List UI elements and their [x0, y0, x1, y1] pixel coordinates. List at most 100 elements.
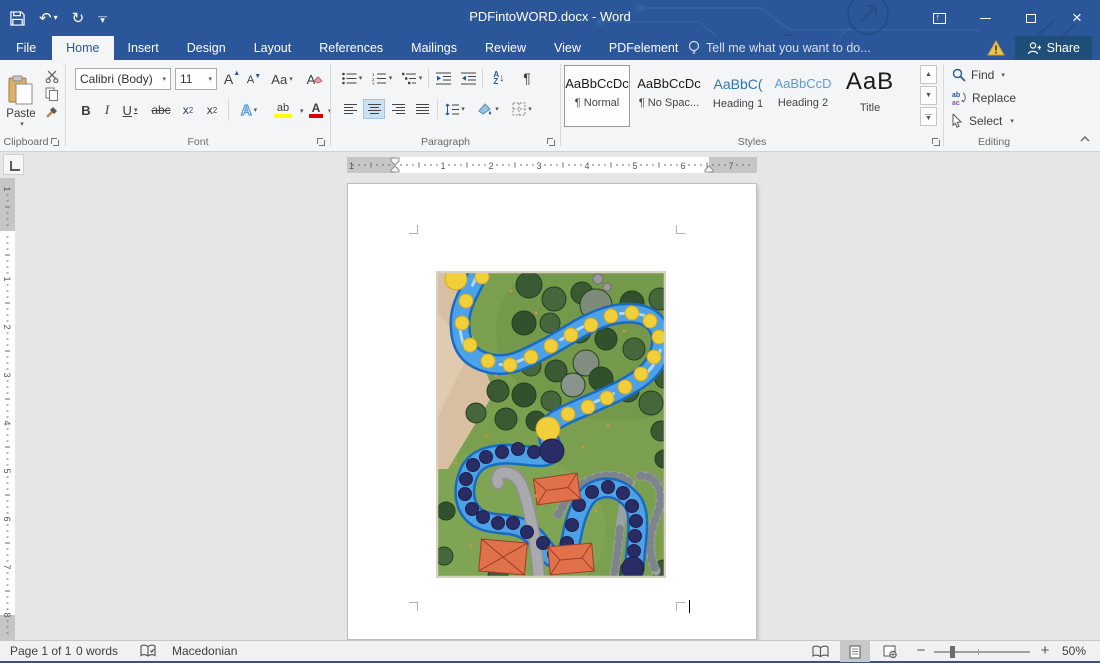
font-group-label: Font	[66, 136, 330, 148]
zoom-out-button[interactable]: −	[912, 641, 930, 662]
close-button[interactable]: ×	[1054, 0, 1100, 36]
tab-review[interactable]: Review	[471, 36, 540, 60]
select-button[interactable]: Select▾	[952, 112, 1032, 130]
read-mode-button[interactable]	[805, 641, 835, 662]
replace-button[interactable]: abac Replace	[952, 89, 1038, 107]
grow-font-button[interactable]: A▲	[222, 68, 242, 90]
tab-references[interactable]: References	[305, 36, 397, 60]
tab-mailings[interactable]: Mailings	[397, 36, 471, 60]
clipboard-dialog-launcher[interactable]	[50, 137, 60, 147]
decrease-indent-button[interactable]	[432, 68, 454, 88]
document-page[interactable]	[347, 183, 757, 640]
increase-indent-button[interactable]	[457, 68, 479, 88]
superscript-button[interactable]: x2	[202, 99, 222, 121]
ribbon-display-options-button[interactable]	[916, 0, 962, 36]
font-size-select[interactable]: 11▾	[175, 68, 217, 90]
bold-button[interactable]: B	[78, 99, 94, 121]
strikethrough-button[interactable]: abc	[148, 99, 174, 121]
subscript-button[interactable]: x2	[178, 99, 198, 121]
justify-button[interactable]	[411, 99, 433, 119]
style-no-spacing[interactable]: AaBbCcDc ¶ No Spac...	[634, 65, 704, 127]
customize-qat-button[interactable]: —▾	[98, 14, 107, 22]
paste-button[interactable]: Paste ▾	[4, 65, 38, 137]
warning-icon[interactable]	[987, 40, 1005, 56]
undo-button[interactable]: ↶▾	[39, 11, 58, 26]
sort-button[interactable]: AZ ↓	[486, 68, 512, 88]
styles-more-button[interactable]: —▼	[920, 107, 937, 126]
web-layout-button[interactable]	[875, 641, 905, 662]
multilevel-list-button[interactable]: ▾	[399, 68, 425, 88]
tab-pdfelement[interactable]: PDFelement	[595, 36, 692, 60]
maximize-button[interactable]	[1008, 0, 1054, 36]
clear-formatting-button[interactable]: A	[304, 68, 326, 90]
tab-selector[interactable]	[3, 154, 24, 175]
styles-scroll-down-button[interactable]: ▼	[920, 86, 937, 105]
copy-button[interactable]	[42, 86, 62, 102]
font-color-button[interactable]: A	[306, 99, 326, 121]
editing-group-label: Editing	[944, 136, 1044, 148]
zoom-slider[interactable]	[934, 651, 1030, 653]
underline-button[interactable]: U▾	[118, 99, 142, 121]
share-button[interactable]: Share	[1015, 36, 1092, 60]
decrease-indent-icon	[436, 72, 451, 85]
zoom-level-indicator[interactable]: 50%	[1058, 641, 1090, 662]
find-button[interactable]: Find▾	[952, 66, 1032, 84]
zoom-slider-thumb[interactable]	[950, 646, 955, 658]
style-normal[interactable]: AaBbCcDc ¶ Normal	[564, 65, 630, 127]
proofing-status[interactable]	[136, 644, 160, 663]
font-dialog-launcher[interactable]	[316, 137, 326, 147]
tab-home[interactable]: Home	[52, 36, 113, 60]
align-left-button[interactable]	[339, 99, 361, 119]
font-name-select[interactable]: Calibri (Body)▾	[75, 68, 171, 90]
bullets-button[interactable]: ▾	[339, 68, 365, 88]
close-icon: ×	[1072, 8, 1082, 28]
tab-insert[interactable]: Insert	[114, 36, 173, 60]
style-name: ¶ No Spac...	[635, 97, 703, 109]
change-case-button[interactable]: Aa▾	[268, 68, 296, 90]
highlight-button[interactable]: ab	[268, 99, 298, 121]
clipboard-group-label: Clipboard	[0, 136, 52, 148]
bold-label: B	[81, 103, 90, 118]
zoom-in-button[interactable]: +	[1036, 641, 1054, 662]
word-count-indicator[interactable]: 0 words	[72, 641, 122, 662]
svg-text:2: 2	[488, 161, 493, 171]
show-hide-pilcrow-button[interactable]: ¶	[517, 68, 537, 88]
minimize-button[interactable]	[962, 0, 1008, 36]
cut-button[interactable]	[42, 68, 62, 84]
format-painter-button[interactable]	[42, 104, 62, 120]
collapse-ribbon-button[interactable]	[1076, 130, 1094, 146]
tab-file[interactable]: File	[0, 36, 52, 60]
vertical-ruler[interactable]: 1 1 2 3 4 5 6 7 8	[0, 178, 15, 640]
align-right-button[interactable]	[387, 99, 409, 119]
align-center-button[interactable]	[363, 99, 385, 119]
tell-me-box[interactable]: Tell me what you want to do...	[688, 36, 871, 60]
styles-dialog-launcher[interactable]	[931, 137, 941, 147]
svg-text:1: 1	[2, 276, 12, 281]
tab-view[interactable]: View	[540, 36, 595, 60]
page-number-indicator[interactable]: Page 1 of 1	[6, 641, 75, 662]
align-right-icon	[392, 102, 405, 116]
italic-button[interactable]: I	[100, 99, 114, 121]
redo-button[interactable]: ↻	[72, 11, 85, 26]
shrink-font-button[interactable]: A▼	[244, 70, 264, 90]
shading-button[interactable]: ▾	[473, 99, 503, 119]
tab-design[interactable]: Design	[173, 36, 240, 60]
style-title[interactable]: AaB Title	[838, 65, 902, 127]
tabrow-right: Share	[987, 36, 1092, 60]
horizontal-ruler[interactable]: 1 1 2 3 4 5 6 7	[347, 157, 757, 173]
tell-me-text: Tell me what you want to do...	[706, 41, 871, 55]
line-spacing-button[interactable]: ▾	[441, 99, 469, 119]
paragraph-dialog-launcher[interactable]	[546, 137, 556, 147]
board-game-image[interactable]	[436, 271, 666, 578]
style-heading2[interactable]: AaBbCcD Heading 2	[772, 65, 834, 127]
styles-scroll-up-button[interactable]: ▲	[920, 65, 937, 84]
style-heading1[interactable]: AaBbC( Heading 1	[708, 65, 768, 127]
borders-button[interactable]: ▾	[507, 99, 537, 119]
text-effects-button[interactable]: A▾	[234, 99, 264, 121]
print-layout-button[interactable]	[840, 641, 870, 662]
save-button[interactable]	[10, 11, 25, 26]
numbering-button[interactable]: 123▾	[369, 68, 395, 88]
tab-layout[interactable]: Layout	[240, 36, 306, 60]
language-indicator[interactable]: Macedonian	[168, 641, 241, 662]
minimize-icon	[980, 18, 991, 19]
